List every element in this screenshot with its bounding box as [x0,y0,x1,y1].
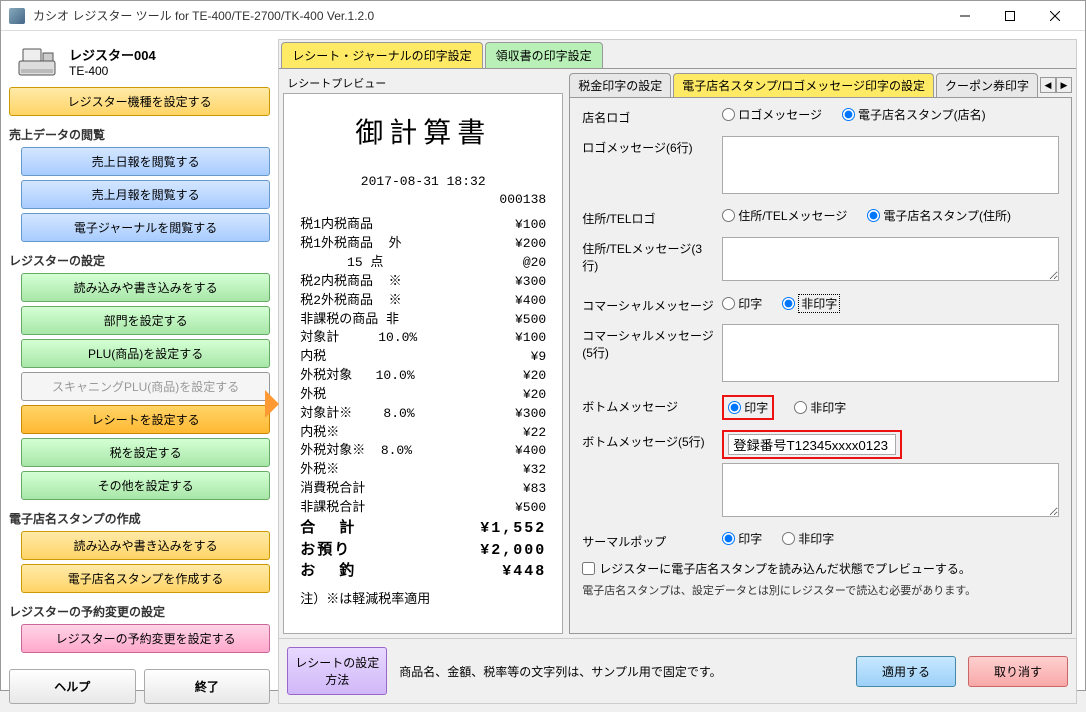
tab-scroll-left[interactable]: ◀ [1040,77,1056,93]
radio-commercial-print[interactable]: 印字 [722,295,762,312]
subtab-tax[interactable]: 税金印字の設定 [569,73,671,97]
set-model-button[interactable]: レジスター機種を設定する [9,87,270,116]
register-model: TE-400 [69,64,156,78]
stamp-note: 電子店名スタンプは、設定データとは別にレジスターで読込む必要があります。 [582,583,1059,600]
receipt-total-line: お 釣¥448 [300,561,546,583]
register-section-label: レジスターの設定 [9,252,270,269]
preview-with-stamp-label: レジスターに電子店名スタンプを読み込んだ状態でプレビューする。 [599,560,971,577]
receipt-line: 税1外税商品 外¥200 [300,235,546,254]
addr-msg-input[interactable] [722,237,1059,281]
thermal-label: サーマルポップ [582,530,714,550]
receipt-line: 消費税合計¥83 [300,480,546,499]
radio-thermal-print[interactable]: 印字 [722,530,762,547]
logo-msg-input[interactable] [722,136,1059,194]
preview-label: レシートプレビュー [287,75,559,91]
active-arrow-icon [265,390,279,418]
radio-bottom-noprint[interactable]: 非印字 [794,399,846,416]
register-scanplu-button: スキャニングPLU(商品)を設定する [21,372,270,401]
radio-estamp-name[interactable]: 電子店名スタンプ(店名) [842,106,986,123]
radio-addr-message[interactable]: 住所/TELメッセージ [722,207,847,224]
bottom-msg-value-input[interactable] [728,434,896,455]
preview-with-stamp-checkbox[interactable] [582,562,595,575]
receipt-note: 注）※は軽減税率適用 [300,591,546,610]
cancel-button[interactable]: 取り消す [968,656,1068,687]
receipt-total-line: お預り¥2,000 [300,540,546,562]
radio-logo-message[interactable]: ロゴメッセージ [722,106,822,123]
subtab-coupon[interactable]: クーポン券印字 [936,73,1038,97]
tab-receipt-journal[interactable]: レシート・ジャーナルの印字設定 [281,42,482,68]
receipt-line: 外税¥20 [300,386,546,405]
receipt-total-line: 合 計¥1,552 [300,518,546,540]
receipt-seq: 000138 [300,191,546,210]
sched-set-button[interactable]: レジスターの予約変更を設定する [21,624,270,653]
commercial-label: コマーシャルメッセージ [582,294,714,314]
tab-scroll-right[interactable]: ▶ [1056,77,1072,93]
receipt-line: 内税¥9 [300,348,546,367]
register-rw-button[interactable]: 読み込みや書き込みをする [21,273,270,302]
register-other-button[interactable]: その他を設定する [21,471,270,500]
receipt-line: 15 点@20 [300,254,546,273]
titlebar: カシオ レジスター ツール for TE-400/TE-2700/TK-400 … [1,1,1085,31]
sales-section-label: 売上データの閲覧 [9,126,270,143]
register-dept-button[interactable]: 部門を設定する [21,306,270,335]
commercial-msg-label: コマーシャルメッセージ(5行) [582,324,714,361]
minimize-button[interactable] [942,1,987,30]
register-name: レジスター004 [69,45,156,64]
receipt-line: 税2内税商品 ※¥300 [300,273,546,292]
main-panel: レシート・ジャーナルの印字設定 領収書の印字設定 レシートプレビュー 御計算書 … [278,39,1077,704]
help-button[interactable]: ヘルプ [9,669,136,704]
sidebar: レジスター004 TE-400 レジスター機種を設定する 売上データの閲覧 売上… [9,39,270,704]
receipt-line: 税1内税商品¥100 [300,216,546,235]
receipt-datetime: 2017-08-31 18:32 [300,173,546,192]
receipt-line: 外税対象 10.0%¥20 [300,367,546,386]
receipt-line: 非課税合計¥500 [300,499,546,518]
receipt-line: 税2外税商品 ※¥400 [300,292,546,311]
receipt-preview: 御計算書 2017-08-31 18:32 000138 税1内税商品¥100税… [283,93,563,634]
subtab-stamp[interactable]: 電子店名スタンプ/ロゴメッセージ印字の設定 [673,73,934,97]
sched-section-label: レジスターの予約変更の設定 [9,603,270,620]
stamp-section-label: 電子店名スタンプの作成 [9,510,270,527]
radio-thermal-noprint[interactable]: 非印字 [782,530,834,547]
app-icon [9,8,25,24]
stamp-create-button[interactable]: 電子店名スタンプを作成する [21,564,270,593]
radio-bottom-print[interactable]: 印字 [728,399,768,416]
register-icon [13,43,61,79]
bottom-msg-label: ボトムメッセージ(5行) [582,430,714,450]
sales-daily-button[interactable]: 売上日報を閲覧する [21,147,270,176]
receipt-line: 内税※¥22 [300,424,546,443]
receipt-line: 対象計 10.0%¥100 [300,329,546,348]
radio-estamp-addr[interactable]: 電子店名スタンプ(住所) [867,207,1011,224]
register-plu-button[interactable]: PLU(商品)を設定する [21,339,270,368]
stamp-rw-button[interactable]: 読み込みや書き込みをする [21,531,270,560]
bottom-msg-input[interactable] [722,463,1059,517]
receipt-title: 御計算書 [300,114,546,155]
addr-msg-label: 住所/TELメッセージ(3行) [582,237,714,274]
bottom-value-highlight [722,430,902,459]
ejournal-button[interactable]: 電子ジャーナルを閲覧する [21,213,270,242]
tab-ryoshu[interactable]: 領収書の印字設定 [485,42,603,68]
commercial-msg-input[interactable] [722,324,1059,382]
exit-button[interactable]: 終了 [144,669,271,704]
receipt-line: 非課税の商品 非¥500 [300,311,546,330]
sales-monthly-button[interactable]: 売上月報を閲覧する [21,180,270,209]
receipt-howto-button[interactable]: レシートの設定方法 [287,647,387,695]
window-title: カシオ レジスター ツール for TE-400/TE-2700/TK-400 … [33,7,942,24]
receipt-line: 外税※¥32 [300,461,546,480]
radio-commercial-noprint[interactable]: 非印字 [782,294,840,313]
shop-logo-label: 店名ロゴ [582,106,714,126]
maximize-button[interactable] [987,1,1032,30]
receipt-line: 外税対象※ 8.0%¥400 [300,442,546,461]
register-receipt-button[interactable]: レシートを設定する [21,405,270,434]
close-button[interactable] [1032,1,1077,30]
apply-button[interactable]: 適用する [856,656,956,687]
footer-note: 商品名、金額、税率等の文字列は、サンプル用で固定です。 [399,663,844,680]
bottom-print-highlight: 印字 [722,395,774,420]
receipt-line: 対象計※ 8.0%¥300 [300,405,546,424]
register-tax-button[interactable]: 税を設定する [21,438,270,467]
addr-logo-label: 住所/TELロゴ [582,207,714,227]
logo-msg-label: ロゴメッセージ(6行) [582,136,714,156]
bottom-label: ボトムメッセージ [582,395,714,415]
